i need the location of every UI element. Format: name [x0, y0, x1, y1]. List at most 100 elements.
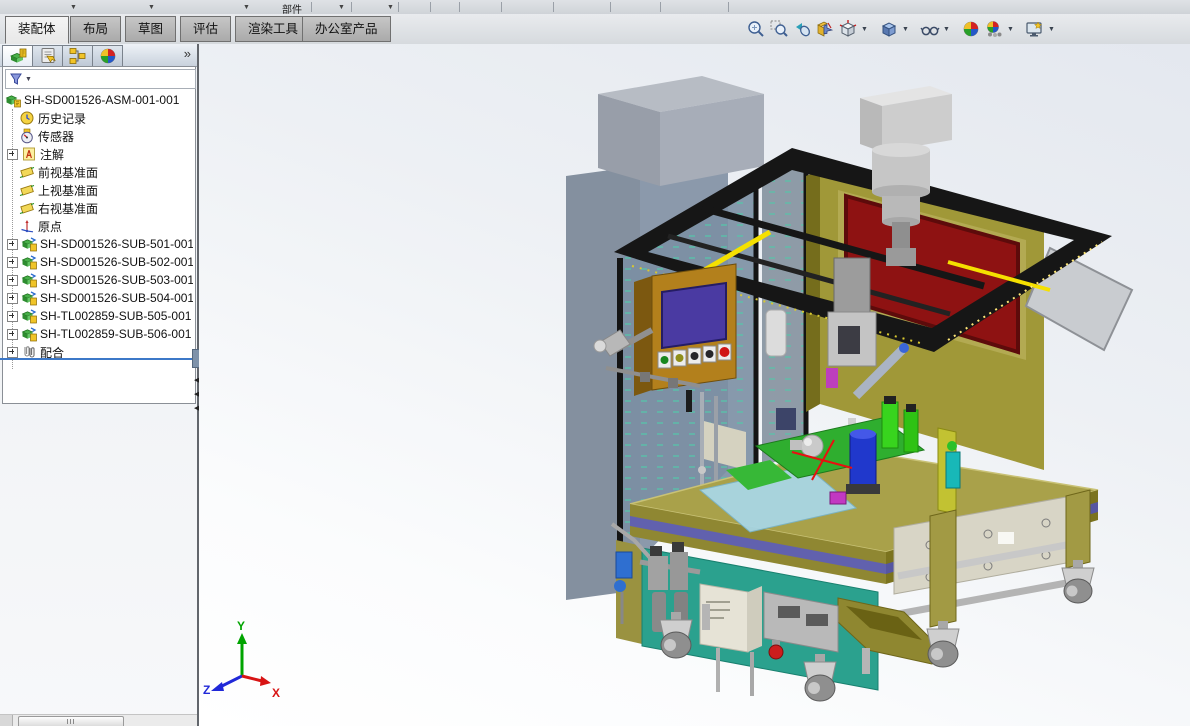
view-orientation-button[interactable]: [837, 18, 859, 40]
tree-item-right-plane[interactable]: 右视基准面: [3, 199, 193, 217]
panel-bottom-divider: [0, 358, 197, 360]
dropdown-arrow-icon[interactable]: ▼: [70, 4, 77, 11]
zoom-to-area-button[interactable]: [768, 18, 790, 40]
featuremanager-tree-box: ▼ SH-SD001526-ASM-001-001 历史记录 传感器 注解 前视…: [2, 66, 196, 404]
viewport-triad[interactable]: Y Z X: [203, 619, 280, 700]
dropdown-arrow-icon[interactable]: ▼: [338, 4, 345, 11]
model-green-bottle: [881, 401, 899, 449]
section-view-button[interactable]: [814, 18, 836, 40]
expand-toggle[interactable]: [7, 148, 18, 160]
filter-funnel-icon: [10, 73, 22, 85]
previous-view-button[interactable]: [791, 18, 813, 40]
toolbar-separator: [430, 2, 431, 12]
solidworks-window: { "top_strip": { "partial_toolbar_label"…: [0, 0, 1190, 726]
model-green-bottle: [903, 409, 919, 453]
tab-office-products[interactable]: 办公室产品: [302, 16, 391, 42]
featuremanager-tree-icon: [9, 48, 26, 63]
triad-x-label: X: [272, 686, 280, 700]
tab-layout[interactable]: 布局: [70, 16, 122, 42]
tree-item-sub-506[interactable]: SH-TL002859-SUB-506-001: [3, 325, 193, 343]
tab-configurationmanager[interactable]: [62, 45, 93, 67]
view-settings-button[interactable]: [1024, 18, 1046, 40]
model-frl-unit: [648, 556, 668, 590]
tree-item-front-plane[interactable]: 前视基准面: [3, 163, 193, 181]
origin-icon: [19, 218, 35, 234]
toolbar-separator: [459, 2, 460, 12]
zoom-to-fit-button[interactable]: [745, 18, 767, 40]
tab-displaymanager[interactable]: [92, 45, 123, 67]
expand-toggle[interactable]: [7, 328, 18, 340]
tab-assembly[interactable]: 装配体: [5, 16, 69, 44]
assembly-3d-model: Y Z X: [203, 76, 1134, 702]
toolbar-separator: [351, 2, 352, 12]
expand-toggle[interactable]: [7, 292, 18, 304]
model-red-valve: [768, 644, 784, 660]
display-style-button[interactable]: [878, 18, 900, 40]
cropped-toolbar-strip: ▼ ▼ ▼ 部件 ▼ ▼: [0, 0, 1190, 15]
graphics-viewport[interactable]: Y Z X: [199, 44, 1190, 726]
edit-appearance-button[interactable]: [960, 18, 982, 40]
triad-y-label: Y: [237, 619, 245, 633]
model-caster: [926, 621, 960, 668]
expand-toggle[interactable]: [7, 346, 18, 358]
tab-propertymanager[interactable]: [32, 45, 63, 67]
dropdown-arrow-icon[interactable]: ▼: [243, 4, 250, 11]
plane-icon: [19, 164, 35, 180]
tree-item-history[interactable]: 历史记录: [3, 109, 193, 127]
tab-featuremanager-tree[interactable]: [2, 45, 33, 67]
toolbar-separator: [501, 2, 502, 12]
tree-item-sub-505[interactable]: SH-TL002859-SUB-505-001: [3, 307, 193, 325]
toolbar-separator: [553, 2, 554, 12]
panel-tab-overflow-button[interactable]: »: [184, 46, 191, 61]
tab-sketch[interactable]: 草图: [125, 16, 177, 42]
tree-item-sensors[interactable]: 传感器: [3, 127, 193, 145]
toolbar-separator: [311, 2, 312, 12]
tree-item-sub-502[interactable]: SH-SD001526-SUB-502-001: [3, 253, 193, 271]
model-blue-cylinder: [849, 433, 877, 487]
configurationmanager-icon: [69, 48, 85, 64]
view-settings-icon: [1026, 21, 1042, 37]
tree-item-top-plane[interactable]: 上视基准面: [3, 181, 193, 199]
scrollbar-stub: [0, 715, 13, 726]
plane-icon: [19, 182, 35, 198]
tree-filter-bar[interactable]: ▼: [5, 69, 196, 89]
tree-item-sub-501[interactable]: SH-SD001526-SUB-501-001: [3, 235, 193, 253]
apply-scene-dropdown[interactable]: ▼: [1006, 26, 1015, 33]
expand-toggle[interactable]: [7, 310, 18, 322]
tree-item-origin[interactable]: 原点: [3, 217, 193, 235]
expand-toggle[interactable]: [7, 274, 18, 286]
toolbar-separator: [398, 2, 399, 12]
displaymanager-icon: [100, 48, 115, 64]
tab-evaluate[interactable]: 评估: [180, 16, 232, 42]
panel-horizontal-scrollbar[interactable]: [0, 714, 197, 726]
model-hmi-screen: [661, 281, 727, 350]
tree-item-sub-503[interactable]: SH-SD001526-SUB-503-001: [3, 271, 193, 289]
display-style-dropdown[interactable]: ▼: [901, 26, 910, 33]
annotations-icon: [21, 146, 37, 162]
view-orientation-dropdown[interactable]: ▼: [860, 26, 869, 33]
expand-toggle[interactable]: [7, 256, 18, 268]
subassembly-icon: [21, 326, 37, 342]
subassembly-icon: [21, 308, 37, 324]
hide-show-items-dropdown[interactable]: ▼: [942, 26, 951, 33]
apply-scene-button[interactable]: [983, 18, 1005, 40]
dropdown-arrow-icon[interactable]: ▼: [148, 4, 155, 11]
dropdown-arrow-icon[interactable]: ▼: [387, 4, 394, 11]
hide-show-items-icon: [920, 26, 940, 36]
edit-appearance-icon: [963, 21, 979, 37]
zoom-to-fit-icon: [748, 21, 764, 37]
toolbar-separator: [610, 2, 611, 12]
expand-toggle[interactable]: [7, 238, 18, 250]
zoom-to-area-icon: [770, 20, 788, 37]
tree-item-sub-504[interactable]: SH-SD001526-SUB-504-001: [3, 289, 193, 307]
scrollbar-thumb[interactable]: [18, 716, 124, 726]
tree-item-annotations[interactable]: 注解: [3, 145, 193, 163]
filter-dropdown-arrow[interactable]: ▼: [25, 76, 32, 83]
assembly-icon: [5, 92, 21, 108]
feature-tree: SH-SD001526-ASM-001-001 历史记录 传感器 注解 前视基准…: [3, 91, 193, 399]
plane-icon: [19, 200, 35, 216]
hide-show-items-button[interactable]: [919, 18, 941, 40]
tab-render-tools[interactable]: 渲染工具: [235, 16, 312, 42]
view-settings-dropdown[interactable]: ▼: [1047, 26, 1056, 33]
tree-item-root-assembly[interactable]: SH-SD001526-ASM-001-001: [3, 91, 193, 109]
